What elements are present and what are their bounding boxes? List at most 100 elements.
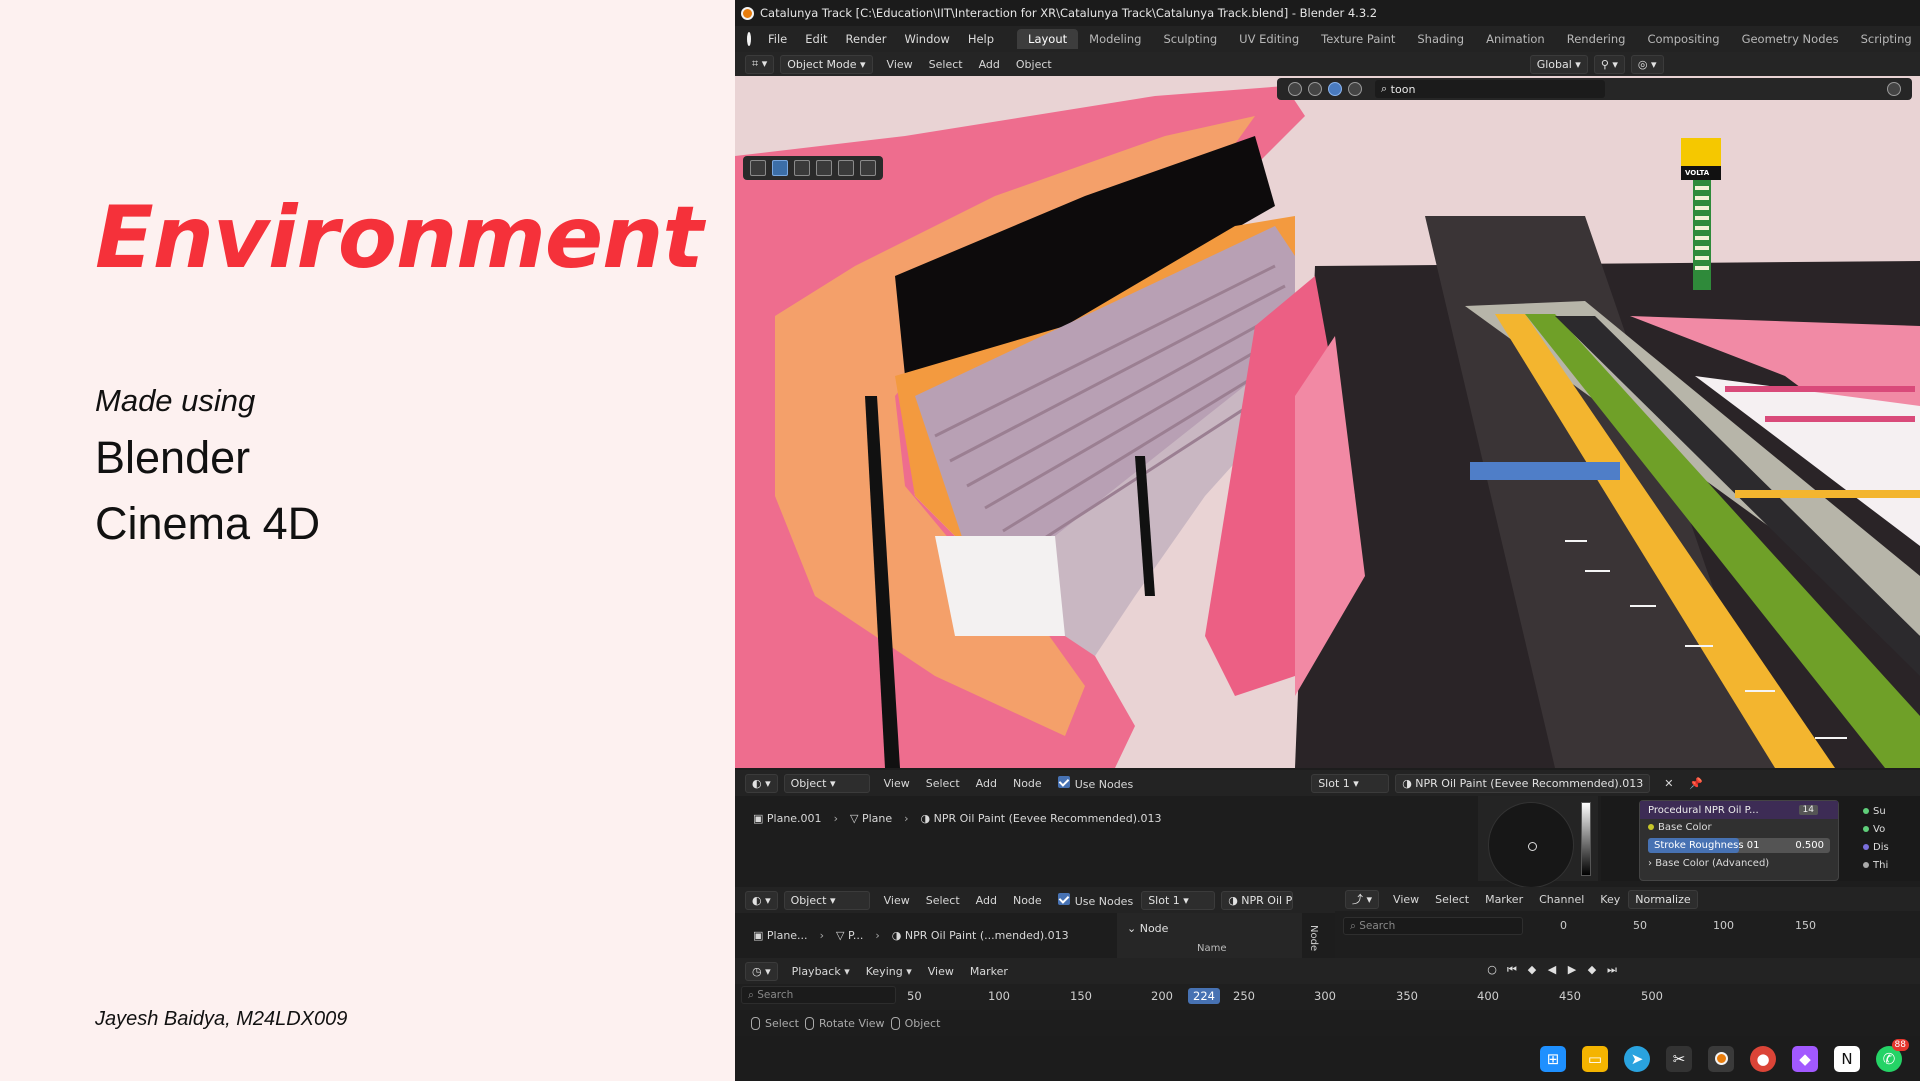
menu-window[interactable]: Window <box>895 32 958 46</box>
record-icon[interactable]: ○ <box>1484 962 1500 978</box>
select-tool-icon[interactable] <box>750 160 766 176</box>
shader-2-type-dropdown[interactable]: Object ▾ <box>783 890 870 910</box>
wireframe-shading-icon[interactable] <box>1288 82 1302 96</box>
close-material-icon[interactable]: ✕ <box>1656 777 1681 790</box>
file-explorer-icon[interactable]: ▭ <box>1582 1045 1608 1072</box>
figma-icon[interactable]: ◆ <box>1792 1045 1818 1072</box>
blender-icon[interactable] <box>1708 1045 1734 1072</box>
shader-menu-view[interactable]: View <box>876 777 918 790</box>
shader-2-menu-view[interactable]: View <box>876 894 918 907</box>
transform-orientation-dropdown[interactable]: Global ▾ <box>1529 54 1588 74</box>
capcut-icon[interactable]: ✂ <box>1666 1045 1692 1072</box>
bookmark-icon[interactable] <box>1887 82 1901 96</box>
editor-type-button-timeline[interactable]: ◷ ▾ <box>745 961 778 981</box>
select-box-icon[interactable] <box>772 160 788 176</box>
viewport-menu-add[interactable]: Add <box>971 58 1008 71</box>
graph-search-input[interactable]: ⌕ Search <box>1343 917 1523 935</box>
output-socket-thickness[interactable]: Thi <box>1863 860 1888 871</box>
prev-keyframe-icon[interactable]: ◆ <box>1524 962 1540 978</box>
play-icon[interactable]: ▶ <box>1564 962 1580 978</box>
next-keyframe-icon[interactable]: ◆ <box>1584 962 1600 978</box>
solid-shading-icon[interactable] <box>1308 82 1322 96</box>
shader-menu-node[interactable]: Node <box>1005 777 1050 790</box>
whatsapp-icon[interactable]: ✆ 88 <box>1876 1038 1909 1072</box>
mode-dropdown[interactable]: Object Mode ▾ <box>780 54 873 74</box>
slot-dropdown-2[interactable]: Slot 1 ▾ <box>1141 890 1216 910</box>
viewport-menu-view[interactable]: View <box>879 58 921 71</box>
pin-icon[interactable]: 📌 <box>1681 777 1711 790</box>
tab-uv-editing[interactable]: UV Editing <box>1228 29 1310 49</box>
shader-menu-select[interactable]: Select <box>918 777 968 790</box>
editor-type-button-shader-2[interactable]: ◐ ▾ <box>745 890 778 910</box>
jump-start-icon[interactable]: ⏮ <box>1504 962 1520 978</box>
select-subtract-icon[interactable] <box>816 160 832 176</box>
tab-shading[interactable]: Shading <box>1406 29 1475 49</box>
timeline-menu-view[interactable]: View <box>920 965 962 978</box>
graph-menu-view[interactable]: View <box>1385 893 1427 906</box>
use-nodes-checkbox-2[interactable]: Use Nodes <box>1050 892 1142 908</box>
use-nodes-checkbox[interactable]: Use Nodes <box>1050 775 1142 791</box>
tab-rendering[interactable]: Rendering <box>1556 29 1637 49</box>
npr-oil-paint-node[interactable]: Procedural NPR Oil P... 14 Base Color St… <box>1639 800 1839 881</box>
snap-toggle[interactable]: ⚲ ▾ <box>1593 54 1625 74</box>
select-intersect-icon[interactable] <box>860 160 876 176</box>
timeline-ruler[interactable]: 50 100 150 200 250 300 350 400 450 500 2… <box>905 986 1920 1008</box>
tab-texture-paint[interactable]: Texture Paint <box>1310 29 1406 49</box>
notion-icon[interactable]: N <box>1834 1045 1860 1072</box>
editor-type-button-shader[interactable]: ◐ ▾ <box>745 773 778 793</box>
graph-menu-marker[interactable]: Marker <box>1477 893 1531 906</box>
blender-menu-icon[interactable] <box>747 32 751 46</box>
node-panel-header[interactable]: ⌄ Node <box>1117 913 1302 944</box>
tab-sculpting[interactable]: Sculpting <box>1152 29 1228 49</box>
graph-menu-channel[interactable]: Channel <box>1531 893 1592 906</box>
normalize-toggle[interactable]: Normalize <box>1628 889 1698 909</box>
timeline-search-input[interactable]: ⌕ Search <box>741 986 896 1004</box>
tab-scripting[interactable]: Scripting <box>1850 29 1920 49</box>
tab-compositing[interactable]: Compositing <box>1636 29 1730 49</box>
value-slider[interactable] <box>1581 802 1591 876</box>
proportional-edit-toggle[interactable]: ◎ ▾ <box>1630 54 1664 74</box>
select-invert-icon[interactable] <box>838 160 854 176</box>
shader-2-menu-add[interactable]: Add <box>968 894 1005 907</box>
viewport-menu-select[interactable]: Select <box>921 58 971 71</box>
tab-geometry-nodes[interactable]: Geometry Nodes <box>1731 29 1850 49</box>
3d-viewport[interactable]: ⌕ toon VOLTA <box>735 76 1920 768</box>
tab-layout[interactable]: Layout <box>1017 29 1079 49</box>
timeline-menu-keying[interactable]: Keying ▾ <box>858 965 920 978</box>
play-reverse-icon[interactable]: ◀ <box>1544 962 1560 978</box>
current-frame-indicator[interactable]: 224 <box>1188 988 1220 1004</box>
shader-type-dropdown[interactable]: Object ▾ <box>783 773 870 793</box>
shader-menu-add[interactable]: Add <box>968 777 1005 790</box>
editor-type-button[interactable]: ⌗ ▾ <box>745 54 775 74</box>
output-socket-displacement[interactable]: Dis <box>1863 842 1889 853</box>
node-header[interactable]: Procedural NPR Oil P... 14 <box>1640 801 1838 819</box>
graph-menu-select[interactable]: Select <box>1427 893 1477 906</box>
select-extend-icon[interactable] <box>794 160 810 176</box>
rendered-shading-icon[interactable] <box>1348 82 1362 96</box>
output-socket-surface[interactable]: Su <box>1863 806 1886 817</box>
menu-file[interactable]: File <box>759 32 796 46</box>
sidebar-tab-node[interactable]: Node <box>1308 925 1319 951</box>
menu-help[interactable]: Help <box>959 32 1003 46</box>
graph-menu-key[interactable]: Key <box>1592 893 1628 906</box>
menu-render[interactable]: Render <box>837 32 896 46</box>
jump-end-icon[interactable]: ⏭ <box>1604 962 1620 978</box>
windows-icon[interactable]: ⊞ <box>1540 1045 1566 1072</box>
telegram-icon[interactable]: ➤ <box>1624 1045 1650 1072</box>
chrome-icon[interactable]: ● <box>1750 1045 1776 1072</box>
timeline-menu-marker[interactable]: Marker <box>962 965 1016 978</box>
node-canvas[interactable]: Procedural NPR Oil P... 14 Base Color St… <box>1601 796 1920 881</box>
timeline-menu-playback[interactable]: Playback ▾ <box>784 965 858 978</box>
material-selector-2[interactable]: ◑ NPR Oil Pa <box>1221 890 1294 910</box>
tab-modeling[interactable]: Modeling <box>1078 29 1152 49</box>
material-selector[interactable]: ◑ NPR Oil Paint (Eevee Recommended).013 <box>1395 773 1651 793</box>
graph-frame-ruler[interactable]: 0 50 100 150 <box>1535 917 1920 935</box>
menu-edit[interactable]: Edit <box>796 32 836 46</box>
color-wheel[interactable] <box>1488 802 1574 888</box>
shader-2-menu-node[interactable]: Node <box>1005 894 1050 907</box>
stroke-roughness-slider[interactable]: Stroke Roughness 01 0.500 <box>1648 838 1830 853</box>
shading-search-field[interactable]: ⌕ toon <box>1375 80 1605 98</box>
slot-dropdown[interactable]: Slot 1 ▾ <box>1311 773 1390 793</box>
output-socket-volume[interactable]: Vo <box>1863 824 1885 835</box>
material-preview-icon[interactable] <box>1328 82 1342 96</box>
